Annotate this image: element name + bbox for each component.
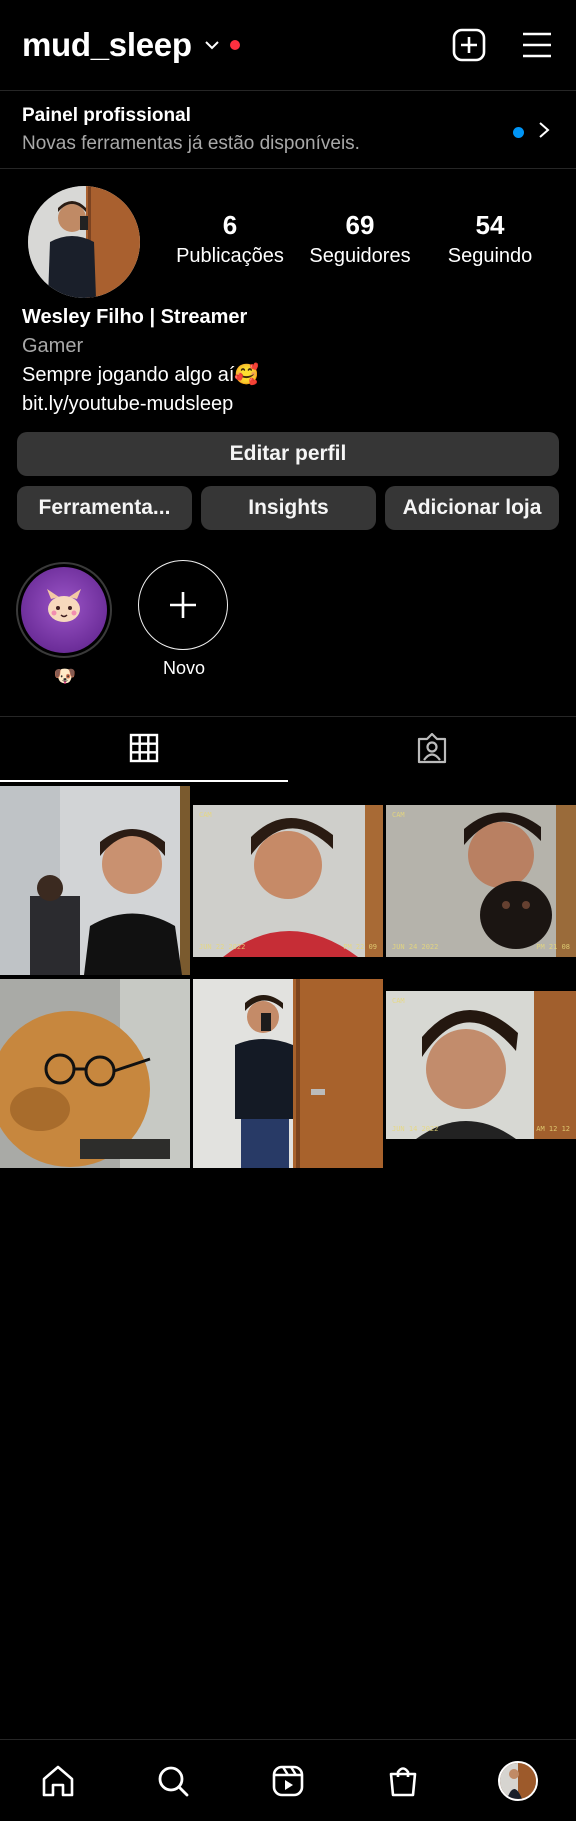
post-thumbnail[interactable] [0, 786, 190, 975]
post-stamp-time: PM 21 08 [536, 943, 570, 951]
new-highlight[interactable]: Novo [138, 560, 230, 679]
new-highlight-label: Novo [162, 658, 206, 678]
posts-count-value: 6 [222, 210, 238, 240]
profile-avatar-tab[interactable] [494, 1757, 542, 1805]
pro-panel-subtitle: Novas ferramentas já estão disponíveis. [22, 133, 360, 154]
menu-icon[interactable] [520, 28, 554, 62]
add-shop-button[interactable]: Adicionar loja [385, 486, 559, 530]
cat-sticker-icon [43, 588, 85, 632]
professional-dashboard-banner[interactable]: Painel profissional Novas ferramentas já… [0, 91, 576, 168]
edit-profile-button[interactable]: Editar perfil [17, 432, 559, 476]
profile-category: Gamer [22, 335, 84, 357]
post-camera-label: CAM [199, 811, 212, 819]
post-stamp-date: JUN 22 2022 [199, 943, 246, 951]
post-thumbnail[interactable]: CAM JUN 14 2022 AM 12 12 [386, 991, 576, 1139]
following-count[interactable]: 54 Seguindo [420, 210, 560, 268]
post-camera-label: CAM [392, 997, 405, 1005]
post-stamp-date: JUN 24 2022 [392, 943, 439, 951]
profile-avatar[interactable] [28, 186, 140, 298]
bottom-navigation [0, 1739, 576, 1821]
post-thumbnail[interactable] [0, 979, 190, 1168]
active-tab-indicator [0, 780, 288, 782]
grid-icon [129, 733, 159, 768]
post-thumbnail[interactable] [193, 979, 383, 1168]
avatar [498, 1760, 539, 1801]
chevron-right-icon [538, 121, 550, 144]
display-name: Wesley Filho | Streamer [22, 306, 248, 328]
bio-link[interactable]: bit.ly/youtube-mudsleep [22, 390, 552, 419]
new-indicator-dot [513, 127, 524, 138]
following-count-label: Seguindo [447, 245, 533, 267]
shop-icon[interactable] [379, 1757, 427, 1805]
bio-text: Sempre jogando algo aí🥰 [22, 364, 260, 386]
posts-count[interactable]: 6 Publicações [160, 210, 300, 268]
professional-tools-button[interactable]: Ferramenta... [17, 486, 192, 530]
followers-count-label: Seguidores [309, 245, 411, 267]
story-highlight[interactable]: 🐶 [16, 562, 114, 687]
insights-button[interactable]: Insights [201, 486, 376, 530]
followers-count-value: 69 [345, 210, 375, 240]
tagged-person-icon [416, 732, 448, 769]
profile-tabs [0, 718, 576, 782]
followers-count[interactable]: 69 Seguidores [300, 210, 420, 268]
post-thumbnail[interactable]: CAM JUN 24 2022 PM 21 08 [386, 805, 576, 957]
home-icon[interactable] [34, 1757, 82, 1805]
highlight-label: 🐶 [53, 666, 77, 686]
chevron-down-icon[interactable] [204, 37, 220, 53]
profile-bio: Wesley Filho | Streamer Gamer Sempre jog… [22, 303, 552, 419]
following-count-value: 54 [475, 210, 505, 240]
tab-posts-grid[interactable] [0, 718, 288, 782]
highlight-cover [16, 562, 112, 658]
tab-tagged[interactable] [288, 718, 576, 782]
search-icon[interactable] [149, 1757, 197, 1805]
new-post-icon[interactable] [452, 28, 486, 62]
account-username[interactable]: mud_sleep [22, 26, 192, 64]
notification-dot [229, 40, 240, 50]
post-stamp-time: AM 12 12 [536, 1125, 570, 1133]
post-thumbnail[interactable]: CAM JUN 22 2022 PM 22 09 [193, 805, 383, 957]
profile-stats: 6 Publicações 69 Seguidores 54 Seguindo [160, 210, 560, 268]
top-bar: mud_sleep [0, 0, 576, 90]
post-stamp-time: PM 22 09 [343, 943, 377, 951]
post-camera-label: CAM [392, 811, 405, 819]
reels-icon[interactable] [264, 1757, 312, 1805]
pro-panel-title: Painel profissional [22, 105, 191, 126]
divider [0, 168, 576, 169]
divider [0, 716, 576, 717]
posts-count-label: Publicações [176, 245, 284, 267]
plus-icon [138, 560, 228, 650]
post-stamp-date: JUN 14 2022 [392, 1125, 439, 1133]
